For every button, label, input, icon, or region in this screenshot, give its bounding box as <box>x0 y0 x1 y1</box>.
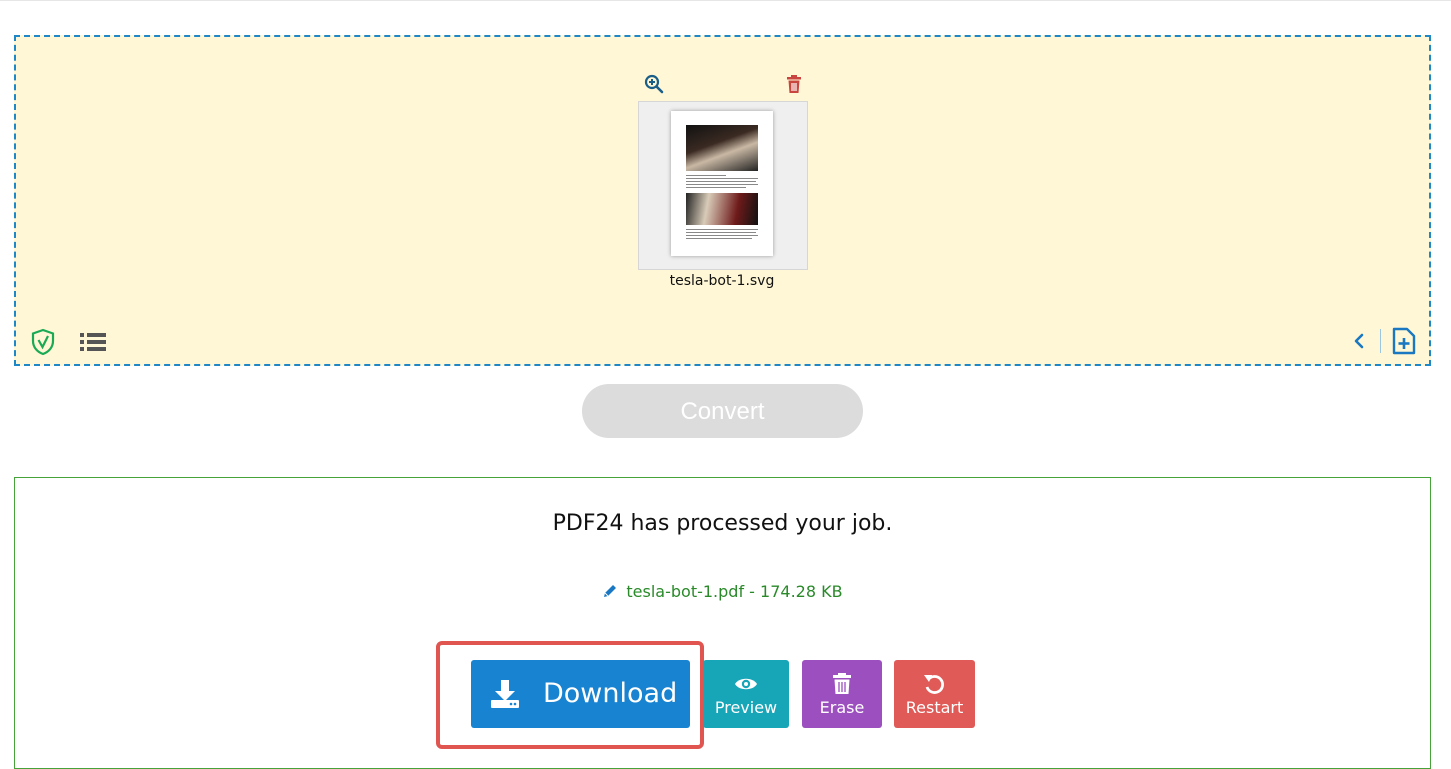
restart-button[interactable]: Restart <box>894 660 975 728</box>
restart-label: Restart <box>905 698 964 717</box>
preview-label: Preview <box>714 698 778 717</box>
trash-icon[interactable] <box>784 74 804 94</box>
result-file-info[interactable]: tesla-bot-1.pdf - 174.28 KB <box>15 582 1430 601</box>
file-name: tesla-bot-1.svg <box>669 273 775 289</box>
zoom-in-icon[interactable] <box>644 74 664 94</box>
toolbar-divider <box>1380 329 1381 353</box>
convert-button[interactable]: Convert <box>582 384 863 438</box>
restart-icon <box>894 672 975 696</box>
preview-image-top <box>686 125 758 171</box>
download-button[interactable]: Download <box>471 660 690 728</box>
download-label: Download <box>543 678 678 709</box>
chevron-left-icon[interactable] <box>1352 332 1366 350</box>
pencil-icon[interactable] <box>602 583 618 599</box>
erase-button[interactable]: Erase <box>802 660 882 728</box>
shield-check-icon[interactable] <box>30 328 56 356</box>
list-icon[interactable] <box>80 331 106 353</box>
file-dropzone[interactable]: tesla-bot-1.svg <box>14 35 1431 366</box>
file-thumbnail[interactable] <box>638 101 808 270</box>
top-divider <box>0 0 1451 1</box>
preview-button[interactable]: Preview <box>703 660 789 728</box>
pdf-page-preview <box>671 111 773 256</box>
download-icon <box>489 678 521 710</box>
trash-icon <box>802 672 882 696</box>
erase-label: Erase <box>819 698 865 717</box>
result-file-label[interactable]: tesla-bot-1.pdf - 174.28 KB <box>626 582 842 601</box>
preview-image-bottom <box>686 193 758 225</box>
add-file-icon[interactable] <box>1392 327 1416 355</box>
eye-icon <box>703 672 789 696</box>
result-title: PDF24 has processed your job. <box>552 511 893 536</box>
result-panel: PDF24 has processed your job. tesla-bot-… <box>14 477 1431 769</box>
